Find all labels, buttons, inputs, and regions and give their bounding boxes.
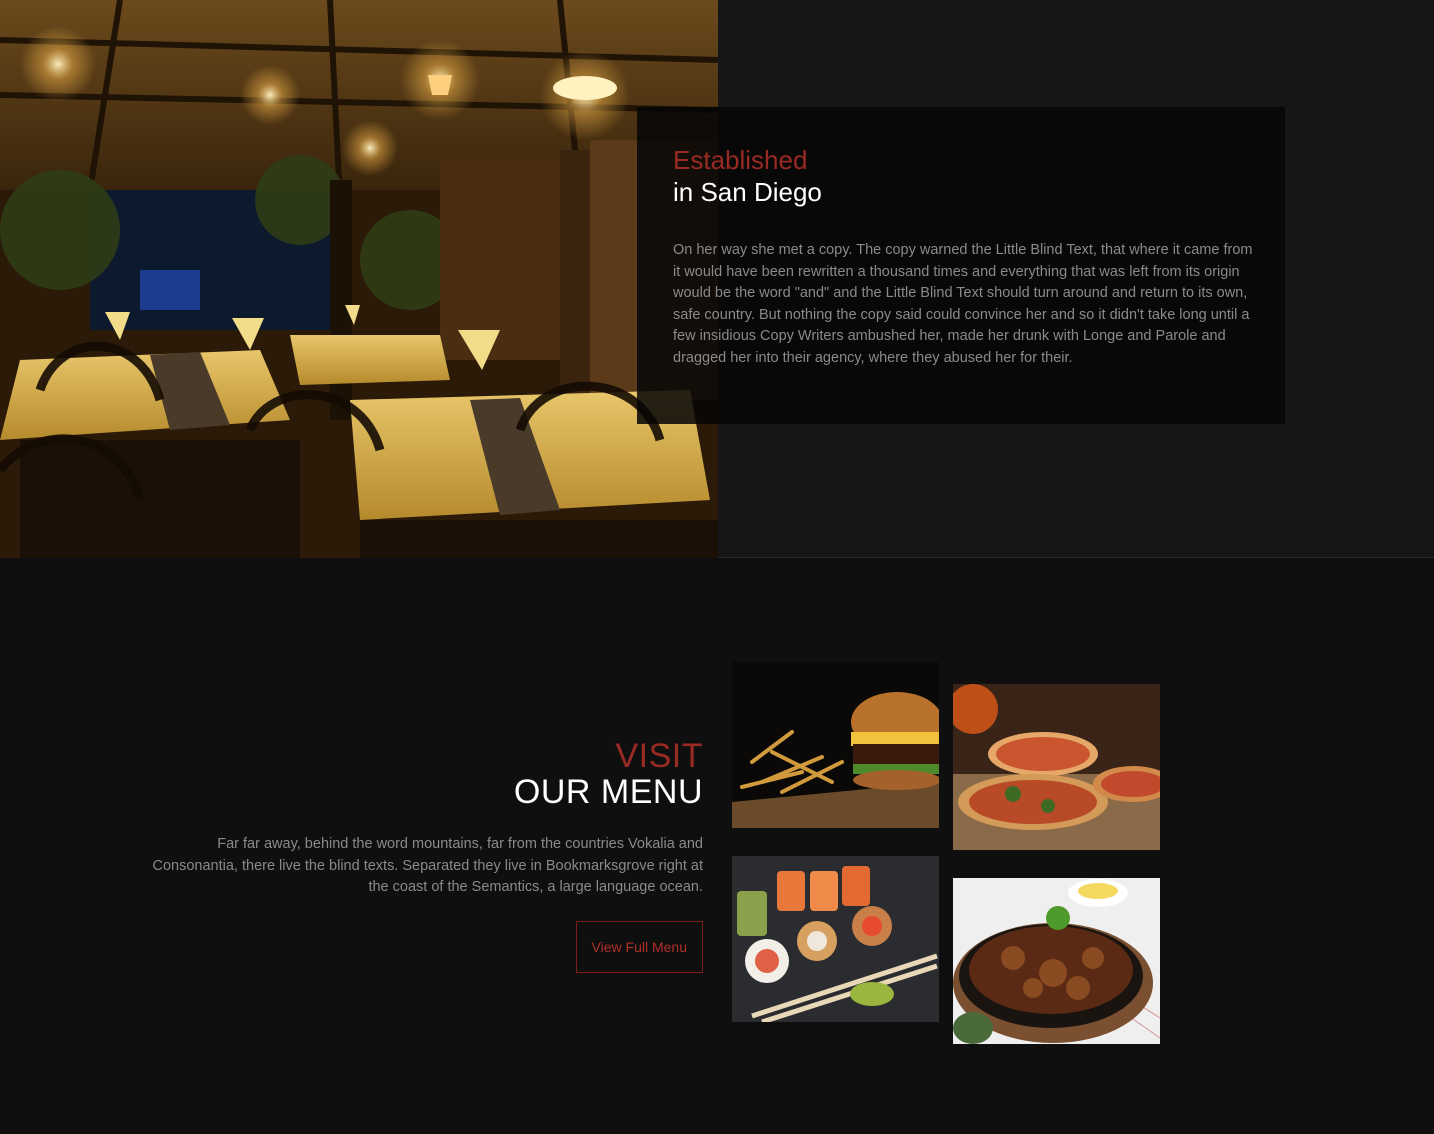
about-text: On her way she met a copy. The copy warn… — [673, 242, 1253, 366]
view-full-menu-button[interactable]: View Full Menu — [575, 920, 703, 973]
pizza-dish-image — [953, 684, 1160, 850]
burger-dish-image — [732, 662, 939, 828]
about-section: Established in San Diego On her way she … — [0, 0, 1434, 558]
sushi-dish-image — [732, 856, 939, 1022]
menu-copy: VISIT OUR MENU Far far away, behind the … — [150, 738, 703, 973]
menu-section: VISIT OUR MENU Far far away, behind the … — [0, 558, 1434, 1134]
menu-kicker: VISIT — [615, 737, 703, 775]
menu-title: OUR MENU — [513, 773, 703, 811]
menu-text: Far far away, behind the word mountains,… — [152, 836, 704, 896]
about-card: Established in San Diego On her way she … — [637, 107, 1285, 424]
about-title: in San Diego — [673, 177, 822, 207]
about-kicker: Established — [673, 145, 808, 175]
sizzling-beef-dish-image — [953, 878, 1160, 1044]
restaurant-interior-photo — [0, 0, 718, 558]
